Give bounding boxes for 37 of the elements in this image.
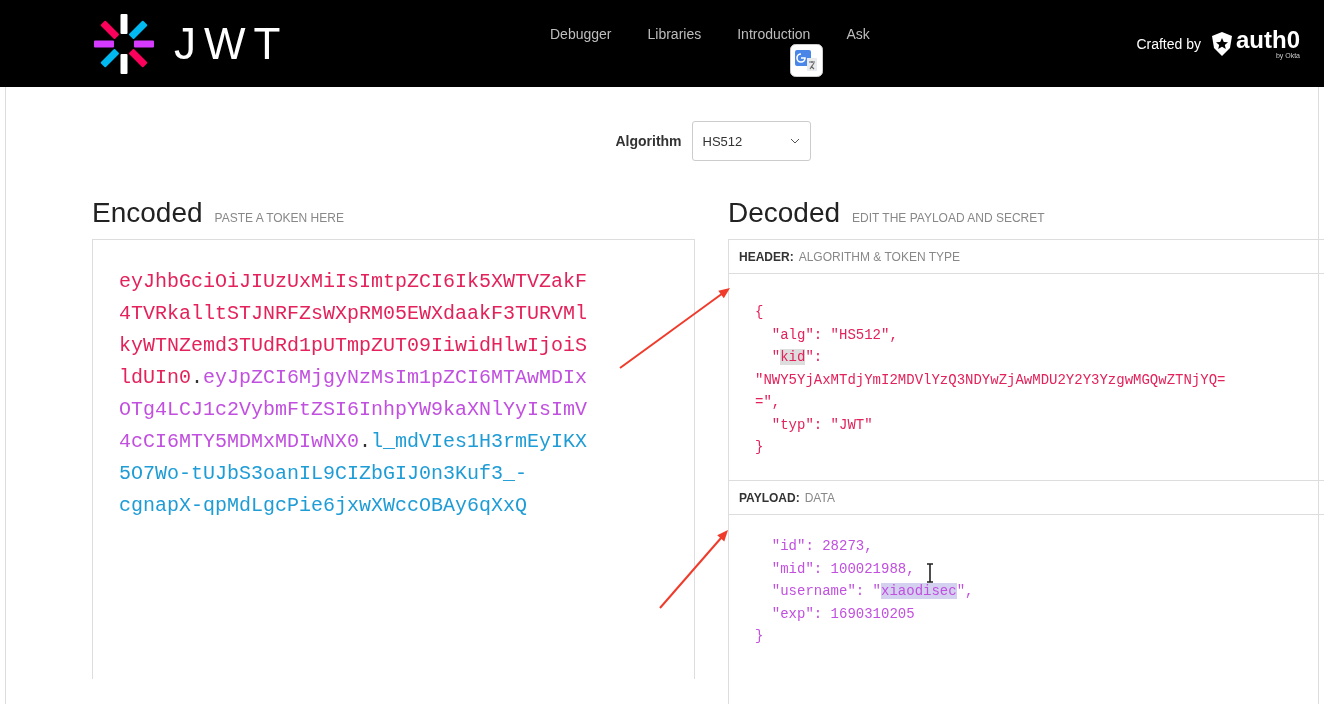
- section-title: Encoded: [92, 197, 203, 229]
- algorithm-label: Algorithm: [615, 133, 682, 149]
- crafted-by-text: Crafted by: [1136, 35, 1201, 52]
- section-hint: EDIT THE PAYLOAD AND SECRET: [852, 211, 1045, 225]
- json-editor[interactable]: { "alg": "HS512", "kid": "NWY5YjAxMTdjYmI2MDVlYzQ3NDYwZjAwMDU2Y2Y3YzgwMGQwZTNjYQ= =", "typ": "JWT" }: [729, 274, 1324, 480]
- section-hint: PASTE A TOKEN HERE: [214, 211, 344, 225]
- translate-icon[interactable]: [790, 44, 823, 77]
- code-line: "username": "xiaodisec",: [770, 582, 974, 601]
- section-title: Decoded: [728, 197, 841, 229]
- nav-link[interactable]: Ask: [846, 25, 870, 42]
- panel-sublabel: ALGORITHM & TOKEN TYPE: [798, 249, 961, 264]
- code-line: }: [755, 627, 764, 646]
- shield-star-icon: [1211, 31, 1233, 56]
- code-line: {: [755, 303, 764, 322]
- algorithm-select[interactable]: HS512: [691, 121, 811, 161]
- json-editor[interactable]: "id": 28273, "mid": 100021988, "username": "xiaodisec", "exp": 1690310205 }: [729, 515, 1324, 704]
- brand-name[interactable]: auth0: [1236, 28, 1300, 52]
- panel-sublabel: DATA: [804, 490, 835, 505]
- nav-link[interactable]: Introduction: [737, 25, 811, 42]
- panel-label: HEADER:: [739, 249, 794, 264]
- text-cursor-icon: [925, 563, 935, 583]
- code-line: }: [755, 438, 764, 457]
- code-line: "id": 28273,: [770, 537, 873, 556]
- code-line: "NWY5YjAxMTdjYmI2MDVlYzQ3NDYwZjAwMDU2Y2Y3YzgwMGQwZTNjYQ=: [755, 370, 1226, 390]
- code-line: "alg": "HS512",: [770, 325, 898, 345]
- code-line: "exp": 1690310205: [770, 604, 915, 624]
- logo-wordmark: JWT: [174, 18, 289, 69]
- code-line: =",: [755, 393, 781, 412]
- nav-link[interactable]: Libraries: [647, 25, 702, 42]
- token-input-field[interactable]: eyJhbGciOiJIUzUxMiIsImtpZCI6Ik5XWTVZakF4TVRkalltSTJNRFZsWXpRM05EWXdaakF3TURVMlkyWTNZemd3TUdRd1pUTmpZUT09IiwidHlwIjoiSldUIn0.eyJpZCI6MjgyNzMsIm1pZCI6MTAwMDIxOTg4LCJ1c2VybmFtZSI6InhpYW9kaXNlYyIsImV4cCI6MTY5MDMxMDIwNX0.l_mdVIes1H3rmEyIKX5O7Wo-tUJbS3oanIL9CIZbGIJ0n3Kuf3_-cgnapX-qpMdLgcPie6jxwXWccOBAy6qXxQ: [92, 239, 695, 679]
- code-line: "mid": 100021988,: [770, 559, 915, 579]
- logo-icon: [92, 11, 156, 76]
- nav-link[interactable]: Debugger: [550, 25, 612, 42]
- panel-label: PAYLOAD:: [739, 490, 800, 505]
- caret-icon: [789, 138, 800, 144]
- code-line: "kid":: [770, 348, 823, 367]
- code-line: "typ": "JWT": [770, 415, 873, 435]
